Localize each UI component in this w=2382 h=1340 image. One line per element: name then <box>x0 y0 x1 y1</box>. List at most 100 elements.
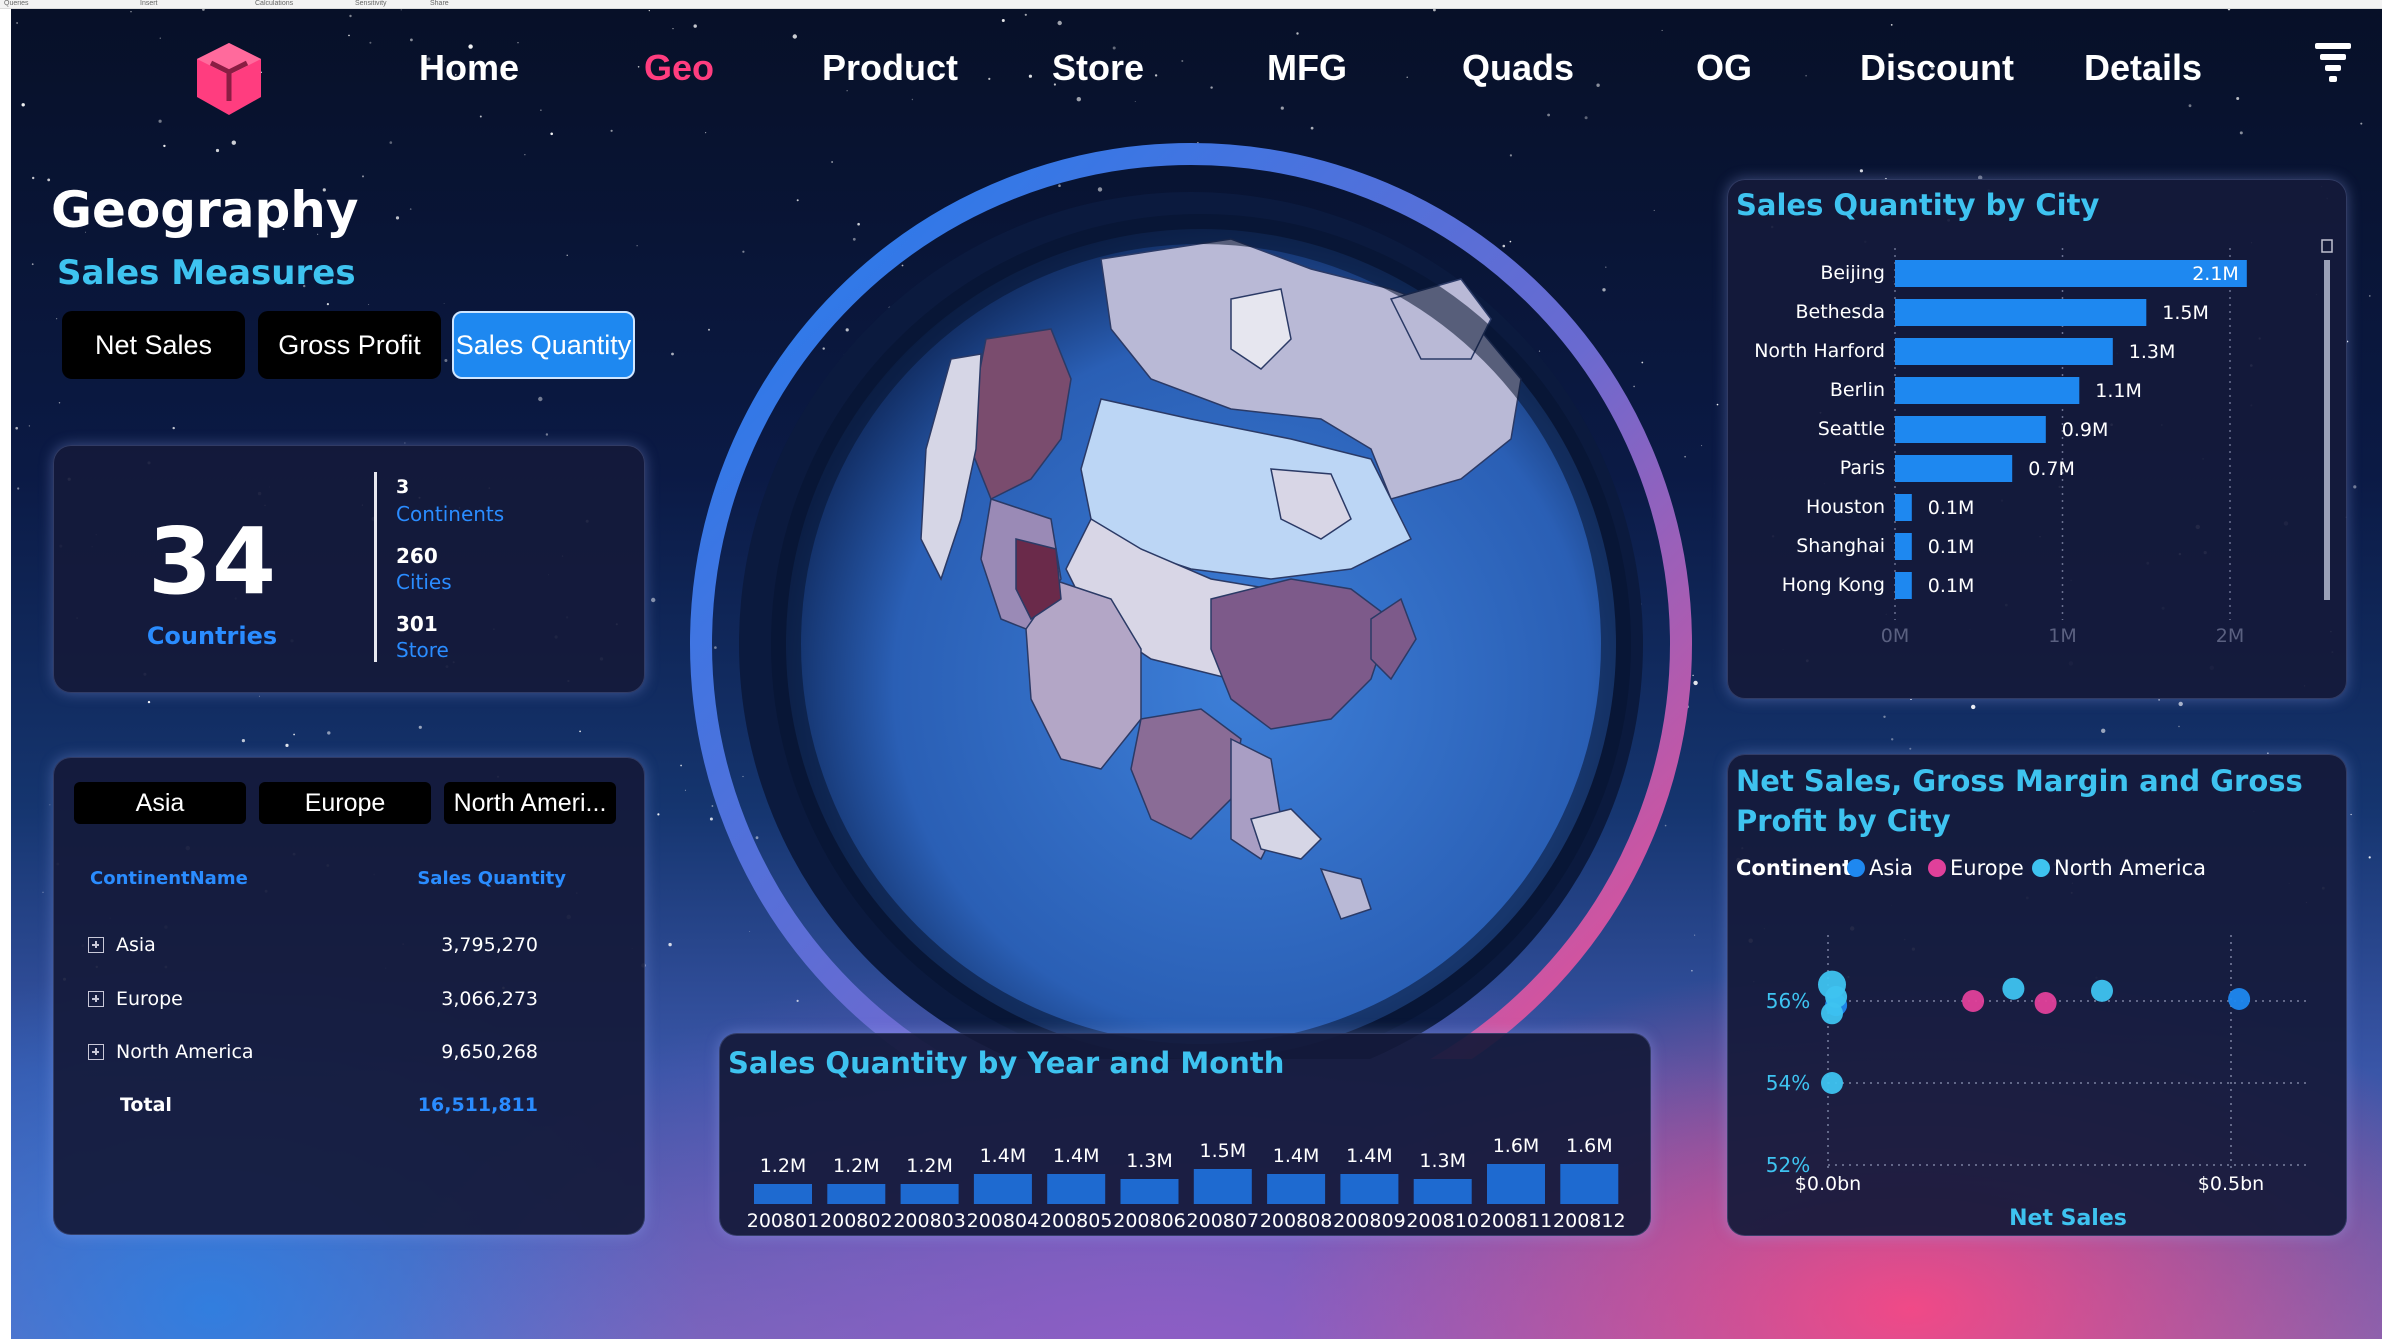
star <box>241 739 245 743</box>
star <box>792 34 797 39</box>
plus-box-icon[interactable] <box>88 1044 104 1060</box>
kpi-divider <box>374 472 377 662</box>
table-row[interactable]: North America 9,650,268 <box>88 1041 618 1063</box>
star <box>610 129 613 132</box>
bar <box>1047 1174 1106 1204</box>
nav-quads[interactable]: Quads <box>1462 47 1574 89</box>
nav-details[interactable]: Details <box>2084 47 2202 89</box>
nav-mfg[interactable]: MFG <box>1267 47 1347 89</box>
data-label: 1.5M <box>2162 302 2209 324</box>
x-tick-label: 200807 <box>1187 1210 1260 1232</box>
bar <box>1895 338 2113 365</box>
table-header-continent[interactable]: ContinentName <box>90 868 248 889</box>
bar <box>1413 1179 1472 1204</box>
category-label: Bethesda <box>1795 301 1885 323</box>
table-header-sales-quantity[interactable]: Sales Quantity <box>410 868 566 889</box>
bar <box>1267 1174 1326 1204</box>
star <box>1210 86 1213 89</box>
data-label: 1.6M <box>1566 1135 1613 1157</box>
stores-count: 301 <box>396 612 438 636</box>
bar <box>973 1174 1032 1204</box>
scrollbar-thumb <box>2324 260 2330 600</box>
nav-store[interactable]: Store <box>1052 47 1144 89</box>
star <box>2368 856 2371 859</box>
bar <box>1560 1164 1619 1204</box>
star <box>410 38 413 42</box>
nav-og[interactable]: OG <box>1696 47 1752 89</box>
net-sales-button[interactable]: Net Sales <box>62 311 245 379</box>
row-name: Europe <box>116 988 183 1010</box>
table-row[interactable]: Asia 3,795,270 <box>88 934 618 956</box>
scatter-point <box>2228 988 2251 1010</box>
star <box>1596 83 1600 87</box>
ribbon-item[interactable]: Insert <box>140 0 158 8</box>
nav-geo[interactable]: Geo <box>644 47 714 89</box>
bar <box>1895 494 1912 521</box>
legend-label: Europe <box>1950 856 2024 880</box>
data-label: 1.2M <box>906 1155 953 1177</box>
ribbon-item[interactable]: Sensitivity <box>355 0 387 8</box>
continent-button-asia[interactable]: Asia <box>74 782 246 824</box>
category-label: Paris <box>1840 457 1885 479</box>
plus-box-icon[interactable] <box>88 937 104 953</box>
data-label: 1.4M <box>1346 1145 1393 1167</box>
ribbon-item[interactable]: Share <box>430 0 449 8</box>
star <box>293 733 295 736</box>
star <box>444 359 448 362</box>
scatter-point <box>2002 977 2025 1000</box>
countries-label: Countries <box>146 622 278 650</box>
star <box>15 426 18 430</box>
star <box>47 178 51 182</box>
bar <box>1120 1179 1179 1204</box>
scatter-card: Net Sales, Gross Margin and Gross Profit… <box>1727 754 2347 1236</box>
bar <box>1895 572 1912 599</box>
plus-box-icon[interactable] <box>88 991 104 1007</box>
bar <box>900 1184 959 1204</box>
star <box>400 9 402 11</box>
row-value: 9,650,268 <box>441 1041 538 1063</box>
nav-home[interactable]: Home <box>419 47 519 89</box>
star <box>21 103 25 107</box>
scatter-chart[interactable]: Continent Asia Europe North America56%54%52… <box>1728 855 2348 1235</box>
filter-icon[interactable] <box>2313 39 2353 87</box>
star <box>911 98 914 101</box>
star <box>362 175 364 178</box>
ribbon-item[interactable]: Calculations <box>255 0 293 8</box>
legend-label: North America <box>2054 856 2206 880</box>
scroll-up-control <box>2321 239 2333 253</box>
x-axis-title: Net Sales <box>2009 1206 2127 1231</box>
data-label: 0.1M <box>1928 536 1975 558</box>
nav-discount[interactable]: Discount <box>1860 47 2014 89</box>
report-canvas: Home Geo Product Store MFG Quads OG Disc… <box>11 9 2382 1339</box>
table-row[interactable]: Europe 3,066,273 <box>88 988 618 1010</box>
sales-by-city-chart[interactable]: 0M 1M 2M Beijing 2.1M Bethesda 1.5M North Harfo… <box>1728 230 2348 690</box>
star <box>418 725 422 729</box>
star <box>1547 113 1550 117</box>
cube-logo-icon[interactable] <box>189 39 269 119</box>
star <box>1661 29 1663 31</box>
star <box>1891 738 1894 741</box>
monthly-sales-chart[interactable]: 1.2M 200801 1.2M 200802 1.2M 200803 1.4M 200804… <box>720 1084 1652 1234</box>
star <box>2158 699 2161 701</box>
star <box>369 41 372 44</box>
sales-quantity-button[interactable]: Sales Quantity <box>452 311 635 379</box>
star <box>327 731 331 735</box>
continent-button-europe[interactable]: Europe <box>259 782 431 824</box>
star <box>1716 403 1719 406</box>
star <box>1890 24 1893 26</box>
nav-product[interactable]: Product <box>822 47 958 89</box>
continent-button-north-america[interactable]: North Ameri... <box>444 782 616 824</box>
star <box>1076 97 1082 102</box>
gross-profit-button[interactable]: Gross Profit <box>258 311 441 379</box>
globe-map[interactable] <box>671 119 1711 1059</box>
category-label: Hong Kong <box>1782 574 1885 596</box>
total-value: 16,511,811 <box>417 1094 538 1116</box>
star <box>1296 32 1299 35</box>
x-tick-label: 200811 <box>1480 1210 1553 1232</box>
star <box>538 396 543 402</box>
star <box>846 90 848 92</box>
ribbon-item[interactable]: Queries <box>4 0 29 8</box>
star <box>326 303 329 306</box>
x-tick-label: 200809 <box>1333 1210 1406 1232</box>
sales-by-city-card: Sales Quantity by City 0M 1M 2M Beijing 2.1M… <box>1727 179 2347 699</box>
